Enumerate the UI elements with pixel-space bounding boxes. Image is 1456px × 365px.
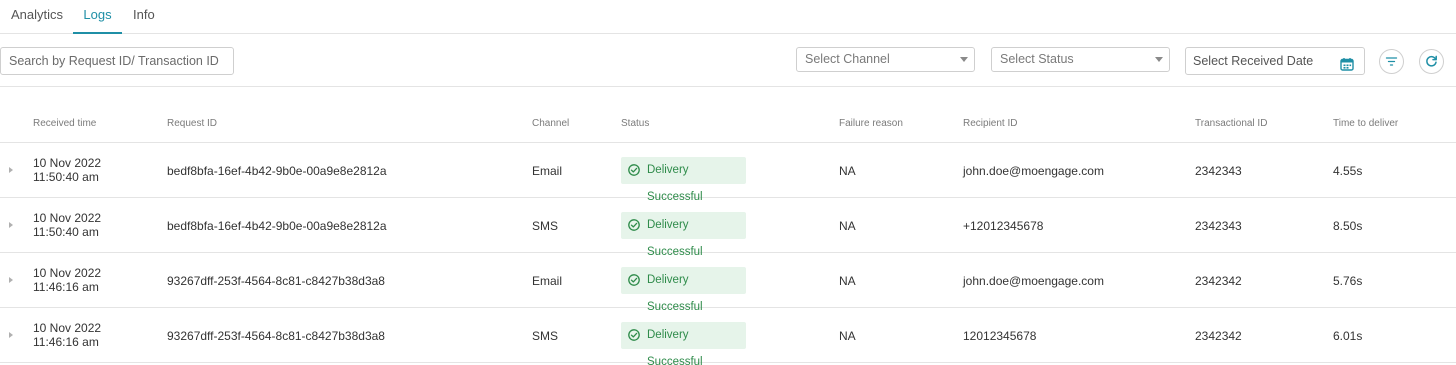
request-id-cell: bedf8bfa-16ef-4b42-9b0e-00a9e8e2812a bbox=[167, 164, 387, 178]
status-badge: Delivery Successful bbox=[621, 212, 746, 258]
column-header-time-to-deliver: Time to deliver bbox=[1333, 118, 1399, 129]
transactional-id-cell: 2342342 bbox=[1195, 329, 1242, 343]
column-header-received-time: Received time bbox=[33, 118, 97, 129]
received-time-cell: 10 Nov 2022 11:50:40 am bbox=[33, 156, 101, 184]
received-date: 10 Nov 2022 bbox=[33, 156, 102, 170]
column-header-failure-reason: Failure reason bbox=[839, 118, 903, 129]
check-circle-icon bbox=[628, 164, 640, 176]
transactional-id-cell: 2342343 bbox=[1195, 219, 1242, 233]
failure-reason-cell: NA bbox=[839, 164, 856, 178]
refresh-icon bbox=[1426, 55, 1437, 67]
recipient-id-cell: +12012345678 bbox=[963, 219, 1044, 233]
caret-right-icon[interactable] bbox=[9, 222, 13, 228]
filter-icon bbox=[1385, 57, 1398, 66]
request-id-cell: 93267dff-253f-4564-8c81-c8427b38d3a8 bbox=[167, 329, 385, 343]
recipient-id-cell: john.doe@moengage.com bbox=[963, 164, 1104, 178]
channel-cell: SMS bbox=[532, 329, 559, 343]
channel-select-label: Select Channel bbox=[805, 52, 890, 66]
column-header-status: Status bbox=[621, 118, 650, 129]
filter-button[interactable] bbox=[1379, 49, 1404, 74]
received-date: 10 Nov 2022 bbox=[33, 321, 102, 335]
channel-cell: Email bbox=[532, 164, 563, 178]
received-date: 10 Nov 2022 bbox=[33, 211, 102, 225]
caret-right-icon[interactable] bbox=[9, 167, 13, 173]
check-circle-icon bbox=[628, 274, 640, 286]
recipient-id-cell: john.doe@moengage.com bbox=[963, 274, 1104, 288]
received-clock: 11:50:40 am bbox=[33, 170, 99, 184]
status-badge: Delivery Successful bbox=[621, 157, 746, 203]
caret-right-icon[interactable] bbox=[9, 332, 13, 338]
column-header-transactional-id: Transactional ID bbox=[1195, 118, 1268, 129]
status-select[interactable]: Select Status bbox=[991, 47, 1170, 72]
time-to-deliver-cell: 5.76s bbox=[1333, 274, 1363, 288]
refresh-button[interactable] bbox=[1419, 49, 1444, 74]
failure-reason-cell: NA bbox=[839, 329, 856, 343]
time-to-deliver-cell: 8.50s bbox=[1333, 219, 1363, 233]
tab-bar: Analytics Logs Info bbox=[0, 0, 1456, 34]
table-row[interactable]: 10 Nov 2022 11:46:16 am 93267dff-253f-45… bbox=[0, 308, 1456, 365]
caret-right-icon[interactable] bbox=[9, 277, 13, 283]
received-date-picker[interactable]: Select Received Date bbox=[1185, 47, 1365, 75]
channel-cell: Email bbox=[532, 274, 563, 288]
chevron-down-icon bbox=[1155, 57, 1163, 62]
time-to-deliver-cell: 4.55s bbox=[1333, 164, 1363, 178]
received-time-cell: 10 Nov 2022 11:46:16 am bbox=[33, 266, 101, 294]
date-picker-label: Select Received Date bbox=[1193, 54, 1314, 68]
request-id-cell: bedf8bfa-16ef-4b42-9b0e-00a9e8e2812a bbox=[167, 219, 387, 233]
search-input[interactable] bbox=[0, 47, 234, 75]
status-select-label: Select Status bbox=[1000, 52, 1074, 66]
channel-select[interactable]: Select Channel bbox=[796, 47, 975, 72]
chevron-down-icon bbox=[960, 57, 968, 62]
tab-logs[interactable]: Logs bbox=[73, 0, 122, 34]
failure-reason-cell: NA bbox=[839, 219, 856, 233]
time-to-deliver-cell: 6.01s bbox=[1333, 329, 1363, 343]
channel-cell: SMS bbox=[532, 219, 559, 233]
column-header-recipient-id: Recipient ID bbox=[963, 118, 1018, 129]
table-header: Received time Request ID Channel Status … bbox=[0, 87, 1456, 143]
table-row[interactable]: 10 Nov 2022 11:46:16 am 93267dff-253f-45… bbox=[0, 253, 1456, 313]
check-circle-icon bbox=[628, 329, 640, 341]
column-header-request-id: Request ID bbox=[167, 118, 218, 129]
received-time-cell: 10 Nov 2022 11:50:40 am bbox=[33, 211, 101, 239]
filter-bar: Select Channel Select Status Select Rece… bbox=[0, 34, 1456, 87]
status-badge: Delivery Successful bbox=[621, 322, 746, 365]
received-clock: 11:46:16 am bbox=[33, 280, 99, 294]
received-date: 10 Nov 2022 bbox=[33, 266, 102, 280]
transactional-id-cell: 2342343 bbox=[1195, 164, 1242, 178]
failure-reason-cell: NA bbox=[839, 274, 856, 288]
column-header-channel: Channel bbox=[532, 118, 570, 129]
calendar-icon[interactable] bbox=[1340, 54, 1354, 81]
received-time-cell: 10 Nov 2022 11:46:16 am bbox=[33, 321, 101, 349]
table-row[interactable]: 10 Nov 2022 11:50:40 am bedf8bfa-16ef-4b… bbox=[0, 198, 1456, 258]
transactional-id-cell: 2342342 bbox=[1195, 274, 1242, 288]
status-badge: Delivery Successful bbox=[621, 267, 746, 313]
table-row[interactable]: 10 Nov 2022 11:50:40 am bedf8bfa-16ef-4b… bbox=[0, 143, 1456, 203]
tab-analytics[interactable]: Analytics bbox=[11, 0, 63, 34]
received-clock: 11:50:40 am bbox=[33, 225, 99, 239]
request-id-cell: 93267dff-253f-4564-8c81-c8427b38d3a8 bbox=[167, 274, 385, 288]
check-circle-icon bbox=[628, 219, 640, 231]
status-label: Delivery Successful bbox=[647, 329, 703, 365]
recipient-id-cell: 12012345678 bbox=[963, 329, 1037, 343]
tab-info[interactable]: Info bbox=[133, 0, 155, 34]
received-clock: 11:46:16 am bbox=[33, 335, 99, 349]
